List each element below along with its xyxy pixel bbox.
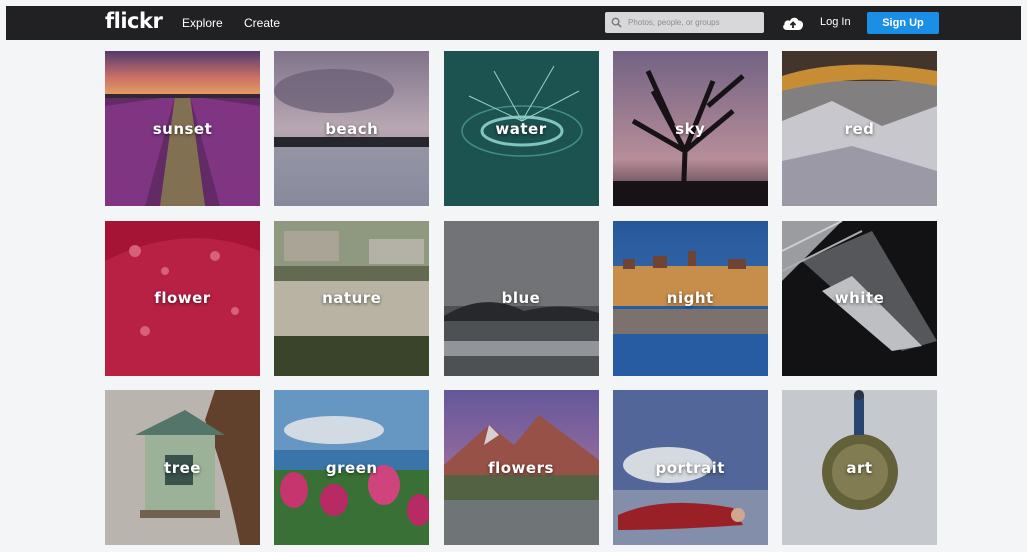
search-icon [611, 17, 622, 28]
tile-red[interactable]: red [782, 51, 937, 206]
tile-label: art [846, 458, 873, 477]
search-box[interactable] [605, 12, 764, 33]
signup-button[interactable]: Sign Up [867, 12, 939, 34]
tile-sky[interactable]: sky [612, 51, 768, 206]
tile-label: red [844, 119, 875, 138]
tile-night[interactable]: night [612, 220, 768, 376]
tile-label: green [325, 458, 378, 477]
tile-label: beach [325, 119, 379, 138]
tile-art[interactable]: art [782, 390, 937, 545]
nav-explore-link[interactable]: Explore [182, 16, 223, 30]
tile-label: sky [675, 119, 706, 138]
login-link[interactable]: Log In [820, 16, 851, 28]
tile-portrait[interactable]: portrait [612, 390, 768, 545]
tile-white[interactable]: white [782, 220, 937, 376]
tile-label: nature [322, 289, 382, 307]
upload-cloud-icon[interactable] [781, 14, 805, 32]
tile-flowers[interactable]: flowers [443, 390, 599, 545]
tile-label: blue [501, 289, 541, 307]
tile-label: portrait [655, 458, 725, 477]
flickr-logo[interactable]: flickr [105, 9, 163, 33]
tag-tile-grid: sunset beach water sky red flower nature… [105, 51, 937, 545]
tile-nature[interactable]: nature [274, 220, 430, 376]
tile-green[interactable]: green [274, 390, 430, 545]
tile-label: flower [154, 289, 211, 307]
tile-tree[interactable]: tree [105, 390, 260, 545]
tile-label: tree [164, 458, 201, 477]
tile-water[interactable]: water [443, 51, 599, 206]
tile-sunset[interactable]: sunset [105, 51, 260, 206]
search-input[interactable] [626, 17, 760, 28]
tile-label: white [834, 289, 885, 307]
tile-flower[interactable]: flower [105, 220, 260, 376]
tile-label: flowers [488, 458, 554, 477]
tile-label: sunset [152, 119, 213, 138]
nav-create-link[interactable]: Create [244, 16, 280, 30]
tile-blue[interactable]: blue [443, 220, 599, 376]
tile-label: night [666, 289, 714, 307]
tile-label: water [495, 119, 547, 138]
top-navigation-bar: flickr Explore Create Log In Sign Up [6, 6, 1021, 40]
tile-beach[interactable]: beach [274, 51, 430, 206]
